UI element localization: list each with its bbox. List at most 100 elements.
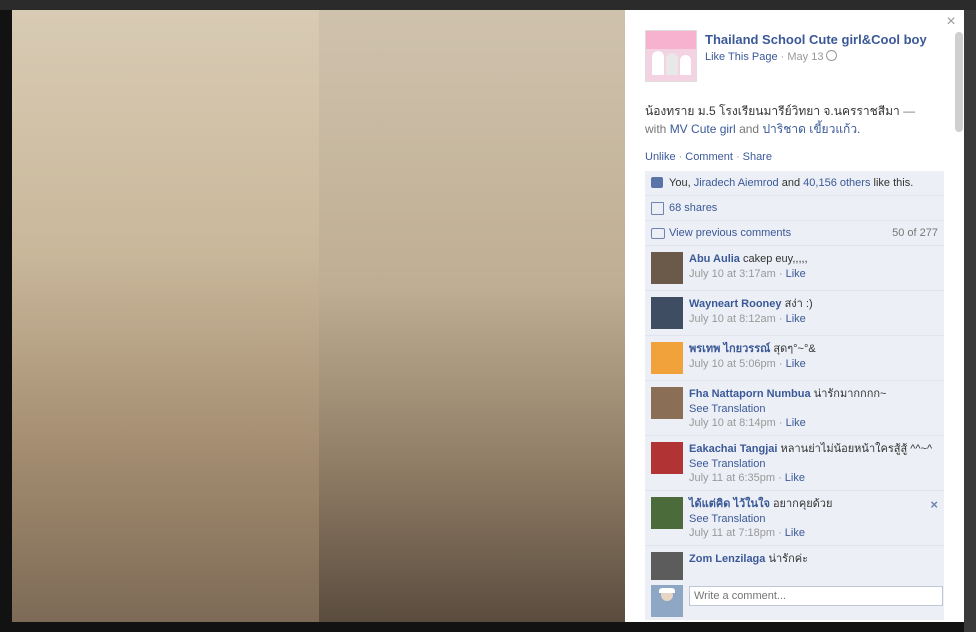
view-previous-row[interactable]: View previous comments 50 of 277 xyxy=(645,221,944,246)
comment-time[interactable]: July 10 at 3:17am xyxy=(689,268,776,280)
caption-and: and xyxy=(739,122,760,136)
commenter-name[interactable]: Eakachai Tangjai xyxy=(689,443,777,455)
likes-summary: You, Jiradech Aiemrod and 40,156 others … xyxy=(645,171,944,196)
tag-link-1[interactable]: MV Cute girl xyxy=(670,122,736,136)
page-name-link[interactable]: Thailand School Cute girl&Cool boy xyxy=(705,32,927,47)
comment-meta: July 10 at 3:17am · Like xyxy=(689,268,806,280)
post-side-panel: × Thailand School Cute girl&Cool boy Lik… xyxy=(625,10,964,622)
comment-text: สุดๆ°~°& xyxy=(773,343,816,355)
comment-item: Fha Nattaporn Numbua น่ารักมากกกก~ See Tr… xyxy=(645,381,944,436)
post-actions: Unlike · Comment · Share xyxy=(645,151,772,163)
page-right-strip xyxy=(964,10,976,632)
post-date[interactable]: May 13 xyxy=(787,51,823,63)
panel-scrollbar[interactable] xyxy=(955,32,963,132)
photo-left-half xyxy=(12,10,319,622)
photo-right-half xyxy=(319,10,625,622)
comment-list: Abu Aulia cakep euy,,,,, July 10 at 3:17a… xyxy=(645,246,944,591)
comment-item: ได้แต่คิด ไว้ในใจ อยากคุยด้วย See Transla… xyxy=(645,491,944,546)
comment-meta: July 11 at 7:18pm · Like xyxy=(689,527,805,539)
comment-composer xyxy=(645,580,944,620)
share-icon xyxy=(651,202,664,215)
likes-suffix: like this. xyxy=(873,177,914,189)
like-page-link[interactable]: Like This Page xyxy=(705,51,778,63)
meta-separator: · xyxy=(780,51,785,63)
thumbs-up-icon xyxy=(651,177,663,188)
comment-link[interactable]: Comment xyxy=(685,151,733,163)
tag-link-2[interactable]: ปาริชาด เขี้ยวแก้ว. xyxy=(762,122,860,136)
unlike-link[interactable]: Unlike xyxy=(645,151,676,163)
likes-prefix: You, xyxy=(669,177,691,189)
commenter-name[interactable]: พรเทพ ไกยวรรณ์ xyxy=(689,343,770,355)
avatar[interactable] xyxy=(651,297,683,329)
comment-meta: July 10 at 5:06pm · Like xyxy=(689,358,806,370)
comment-like-link[interactable]: Like xyxy=(785,527,805,539)
page-avatar[interactable] xyxy=(645,30,697,82)
commenter-name[interactable]: Zom Lenzilaga xyxy=(689,553,765,565)
comment-line: Fha Nattaporn Numbua น่ารักมากกกก~ xyxy=(689,387,938,401)
comment-text: สง่า :) xyxy=(784,298,813,310)
comment-like-link[interactable]: Like xyxy=(785,472,805,484)
share-link[interactable]: Share xyxy=(743,151,772,163)
comment-text: น่ารักค่ะ xyxy=(768,553,808,565)
avatar[interactable] xyxy=(651,442,683,474)
shares-link[interactable]: 68 shares xyxy=(669,202,717,214)
commenter-name[interactable]: Abu Aulia xyxy=(689,253,740,265)
comment-item: พรเทพ ไกยวรรณ์ สุดๆ°~°& July 10 at 5:06pm… xyxy=(645,336,944,381)
comment-text: หลานย่าไม่น้อยหน้าใครสู้สู้ ^^~^ xyxy=(780,443,933,455)
feedback-box: You, Jiradech Aiemrod and 40,156 others … xyxy=(645,171,944,591)
comment-like-link[interactable]: Like xyxy=(786,358,806,370)
view-previous-link[interactable]: View previous comments xyxy=(669,227,791,239)
avatar[interactable] xyxy=(651,387,683,419)
comment-bubble-icon xyxy=(651,228,665,239)
comment-like-link[interactable]: Like xyxy=(786,417,806,429)
avatar[interactable] xyxy=(651,252,683,284)
avatar[interactable] xyxy=(651,497,683,529)
comment-count: 50 of 277 xyxy=(892,227,938,239)
avatar xyxy=(651,585,683,617)
comment-line: Eakachai Tangjai หลานย่าไม่น้อยหน้าใครสู… xyxy=(689,442,938,456)
comment-time[interactable]: July 10 at 8:12am xyxy=(689,313,776,325)
comment-text: อยากคุยด้วย xyxy=(772,498,833,510)
comment-meta: July 10 at 8:14pm · Like xyxy=(689,417,806,429)
comment-meta: July 11 at 6:35pm · Like xyxy=(689,472,805,484)
comment-input[interactable] xyxy=(689,586,943,606)
delete-comment-icon[interactable]: × xyxy=(930,497,938,512)
commenter-name[interactable]: Wayneart Rooney xyxy=(689,298,782,310)
comment-time[interactable]: July 11 at 6:35pm xyxy=(689,472,775,484)
comment-time[interactable]: July 10 at 5:06pm xyxy=(689,358,776,370)
comment-line: พรเทพ ไกยวรรณ์ สุดๆ°~°& xyxy=(689,342,938,356)
comment-time[interactable]: July 11 at 7:18pm xyxy=(689,527,775,539)
commenter-name[interactable]: ได้แต่คิด ไว้ในใจ xyxy=(689,498,770,510)
comment-like-link[interactable]: Like xyxy=(786,268,806,280)
shares-summary[interactable]: 68 shares xyxy=(645,196,944,221)
see-translation-link[interactable]: See Translation xyxy=(689,513,938,525)
see-translation-link[interactable]: See Translation xyxy=(689,458,938,470)
caption-text: น้องทราย ม.5 โรงเรียนมารีย์วิทยา จ.นครรา… xyxy=(645,104,900,118)
see-translation-link[interactable]: See Translation xyxy=(689,403,938,415)
comment-item: Eakachai Tangjai หลานย่าไม่น้อยหน้าใครสู… xyxy=(645,436,944,491)
commenter-name[interactable]: Fha Nattaporn Numbua xyxy=(689,388,811,400)
globe-icon xyxy=(826,50,838,61)
comment-text: cakep euy,,,,, xyxy=(743,253,808,265)
likes-and: and xyxy=(781,177,801,189)
caption-dash: — xyxy=(899,104,916,118)
caption-with: with xyxy=(645,122,667,136)
comment-line: Zom Lenzilaga น่ารักค่ะ xyxy=(689,552,938,566)
post-caption: น้องทราย ม.5 โรงเรียนมารีย์วิทยา จ.นครรา… xyxy=(645,102,945,138)
comment-meta: July 10 at 8:12am · Like xyxy=(689,313,806,325)
close-icon[interactable]: × xyxy=(943,14,959,30)
comment-item: Wayneart Rooney สง่า :) July 10 at 8:12am… xyxy=(645,291,944,336)
browser-top-strip xyxy=(0,0,976,10)
comment-line: Wayneart Rooney สง่า :) xyxy=(689,297,938,311)
action-dot: · xyxy=(735,151,740,163)
liker-link[interactable]: Jiradech Aiemrod xyxy=(694,177,779,189)
comment-line: ได้แต่คิด ไว้ในใจ อยากคุยด้วย xyxy=(689,497,938,511)
comment-text: น่ารักมากกกก~ xyxy=(813,388,887,400)
photo-viewer[interactable] xyxy=(12,10,625,622)
comment-like-link[interactable]: Like xyxy=(786,313,806,325)
page-meta: Like This Page · May 13 xyxy=(705,50,838,63)
comment-item: Abu Aulia cakep euy,,,,, July 10 at 3:17a… xyxy=(645,246,944,291)
likes-others-link[interactable]: 40,156 others xyxy=(803,177,870,189)
comment-time[interactable]: July 10 at 8:14pm xyxy=(689,417,776,429)
avatar[interactable] xyxy=(651,342,683,374)
